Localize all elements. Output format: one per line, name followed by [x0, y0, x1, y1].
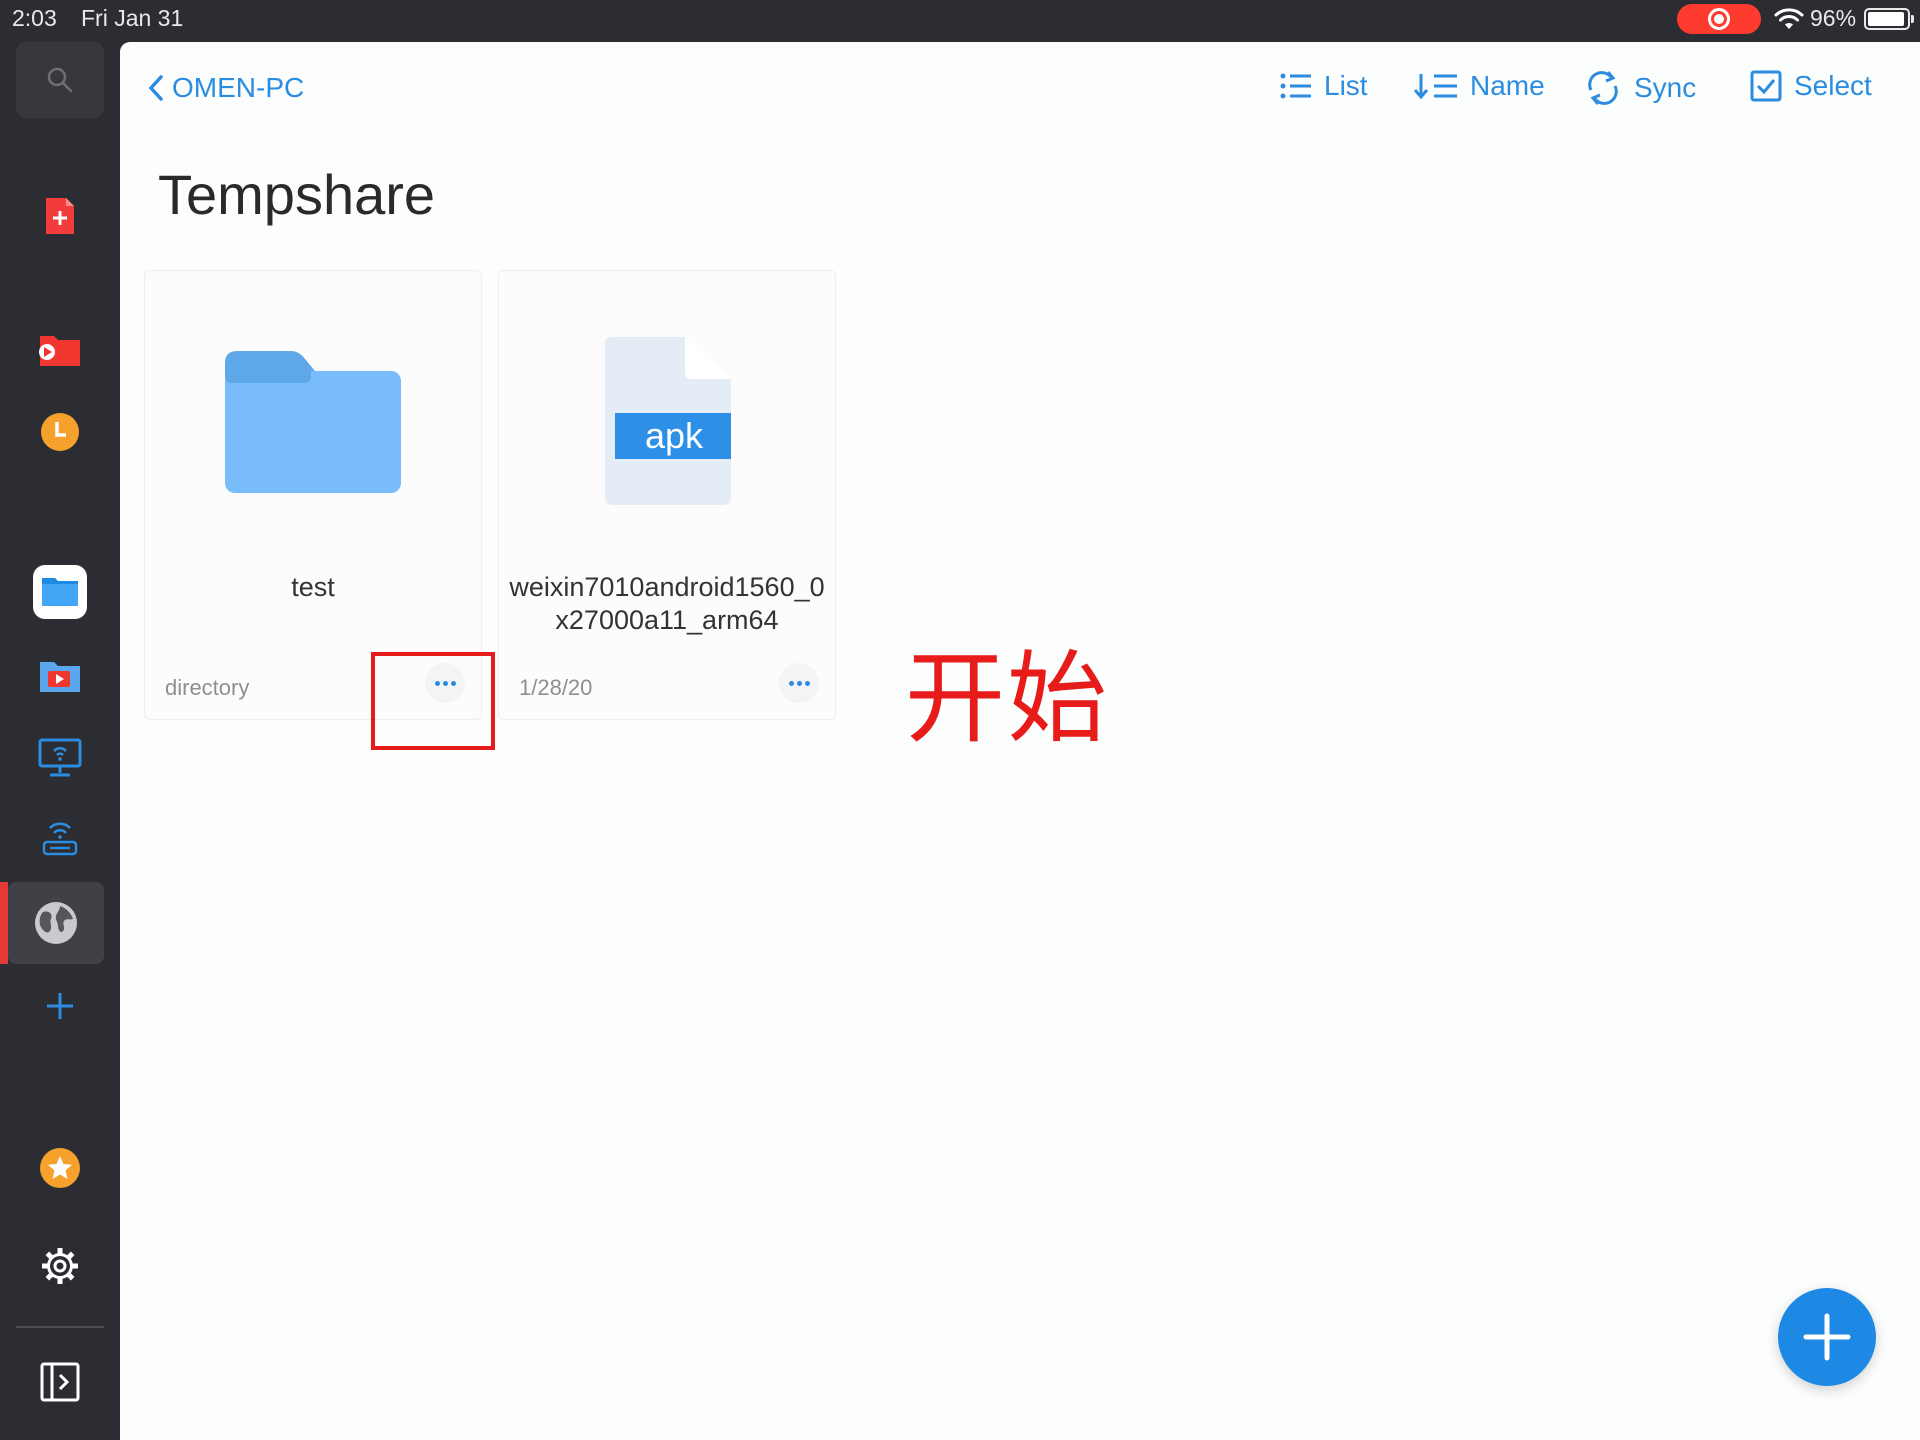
wifi-transfer-icon [42, 822, 78, 856]
sync-button[interactable]: Sync [1584, 70, 1696, 106]
select-button[interactable]: Select [1750, 70, 1872, 102]
annotation-label: 开始 [905, 640, 1109, 757]
recents-clock-icon [41, 413, 79, 451]
sort-by-name-button[interactable]: Name [1414, 70, 1545, 102]
select-label: Select [1794, 70, 1872, 101]
page-title: Tempshare [158, 163, 436, 226]
sidebar-add-button[interactable] [16, 968, 104, 1044]
video-folder-icon [39, 336, 80, 366]
list-view-button[interactable]: List [1280, 70, 1368, 102]
sidebar-active-indicator [0, 882, 8, 964]
main-content: OMEN-PC List Name Sync Select Tempshare … [120, 42, 1920, 1440]
status-time: 2:03 [12, 5, 57, 31]
network-globe-icon [35, 902, 77, 944]
status-bar: 2:03 Fri Jan 31 96% [0, 0, 1920, 36]
sidebar-settings-button[interactable] [16, 1228, 104, 1304]
checkbox-icon [1750, 70, 1782, 102]
sidebar-collapse-button[interactable] [16, 1344, 104, 1420]
file-name: weixin7010android1560_0x27000a11_arm64 [509, 572, 825, 635]
sidebar-item-videos[interactable] [16, 312, 104, 388]
screen-recording-icon [1677, 4, 1761, 34]
status-date: Fri Jan 31 [81, 5, 184, 31]
more-dot [796, 680, 802, 686]
search-icon [47, 67, 73, 93]
wifi-icon [1774, 8, 1804, 29]
file-card-apk[interactable]: apk weixin7010android1560_0x27000a11_arm… [498, 270, 836, 720]
battery-icon [1864, 8, 1914, 30]
sidebar-divider [16, 1326, 104, 1328]
list-label: List [1324, 70, 1368, 101]
chevron-left-icon [148, 75, 163, 101]
new-document-icon [46, 198, 74, 234]
more-options-button[interactable] [779, 663, 819, 703]
sidebar-item-files[interactable] [16, 554, 104, 630]
sidebar-item-network[interactable] [8, 882, 104, 964]
add-icon [47, 993, 73, 1019]
sort-icon [1414, 74, 1457, 100]
file-name: test [291, 572, 335, 602]
screen: 2:03 Fri Jan 31 96% OMEN-PC List Name Sy… [0, 0, 1920, 1440]
list-icon [1280, 73, 1311, 99]
favorites-star-icon [40, 1148, 80, 1188]
media-folder-icon [40, 662, 80, 692]
more-dot [788, 680, 794, 686]
plus-icon [1803, 1313, 1851, 1361]
sidebar-item-media[interactable] [16, 638, 104, 714]
sync-label: Sync [1634, 72, 1697, 103]
annotation-highlight-box [371, 652, 495, 750]
sidebar-item-wifi-transfer[interactable] [16, 800, 104, 876]
settings-gear-icon [42, 1248, 78, 1284]
sidebar-item-recents[interactable] [16, 394, 104, 470]
sidebar-search-button[interactable] [16, 42, 104, 118]
file-type-badge: apk [644, 415, 704, 456]
sidebar [0, 36, 120, 1440]
file-meta: directory [165, 675, 250, 700]
file-meta: 1/28/20 [519, 675, 593, 700]
files-icon [33, 565, 87, 619]
sync-icon [1588, 71, 1618, 105]
screen-share-icon [38, 738, 82, 777]
back-label: OMEN-PC [172, 72, 305, 103]
folder-icon [225, 351, 401, 493]
sidebar-item-screen-share[interactable] [16, 720, 104, 796]
back-button[interactable]: OMEN-PC [148, 72, 304, 104]
collapse-sidebar-icon [40, 1362, 80, 1402]
sort-label: Name [1470, 70, 1545, 101]
sidebar-item-favorites[interactable] [16, 1130, 104, 1206]
more-dot [804, 680, 810, 686]
battery-percentage: 96% [1810, 5, 1857, 31]
sidebar-item-new-document[interactable] [16, 178, 104, 254]
add-fab-button[interactable] [1778, 1288, 1876, 1386]
